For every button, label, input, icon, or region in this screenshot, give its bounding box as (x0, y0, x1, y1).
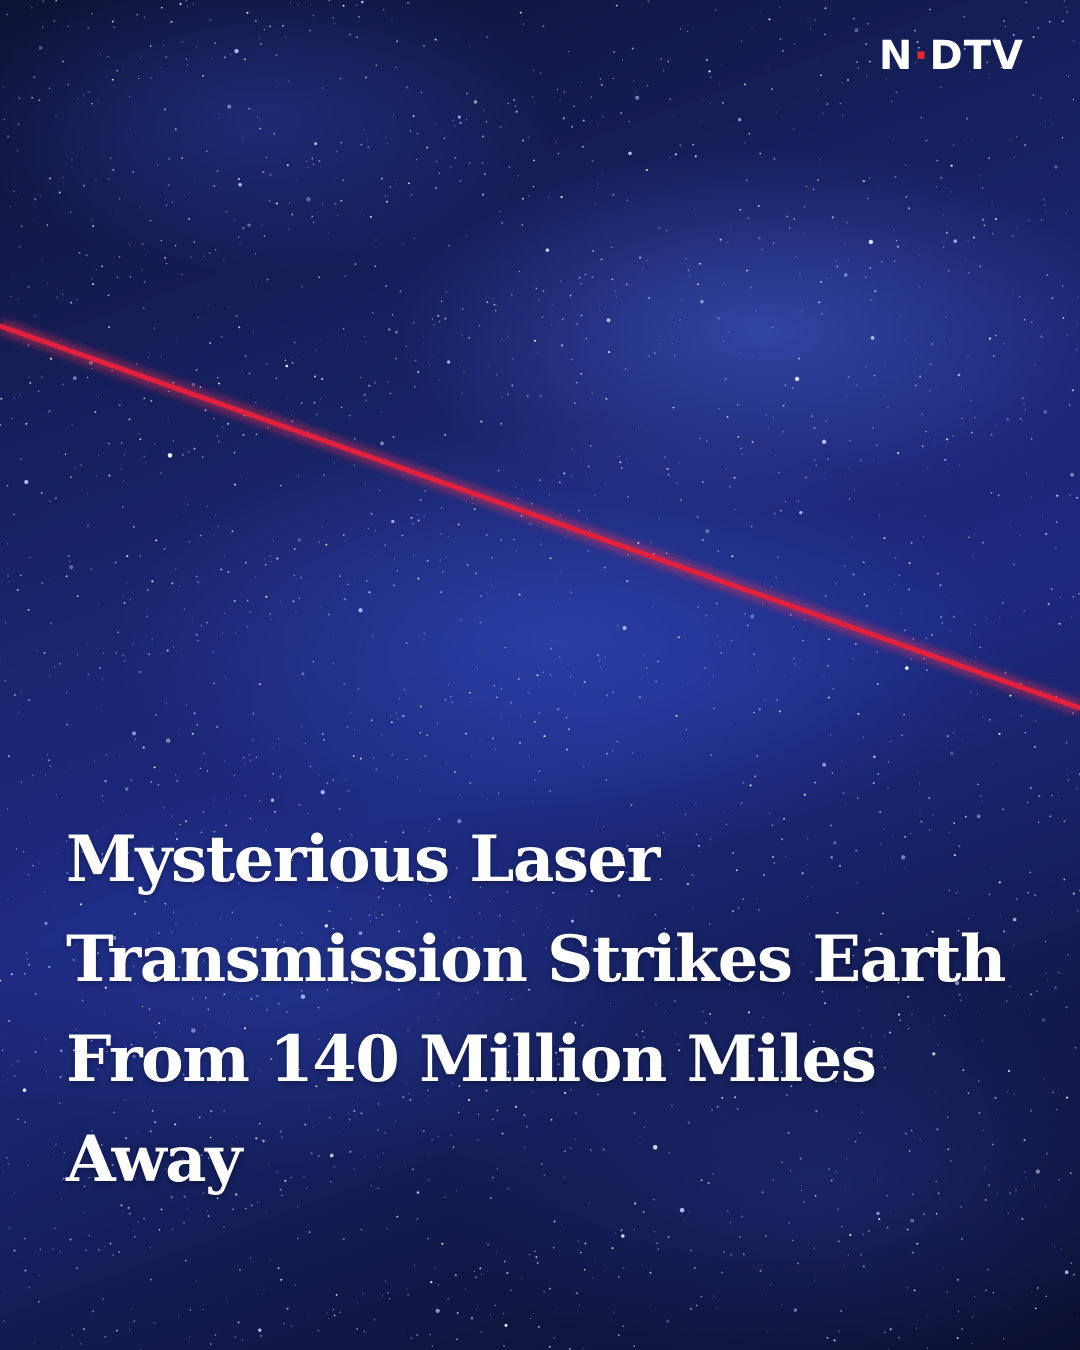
headline: Mysterious Laser Transmission Strikes Ea… (66, 810, 1026, 1210)
logo-letter-n: N (878, 33, 914, 79)
headline-line-3: From 140 Million Miles (66, 1022, 877, 1097)
logo-dot-icon: · (913, 33, 930, 79)
laser-beam (0, 323, 1080, 711)
logo-letter-d: D (929, 33, 964, 79)
logo-letter-v: V (992, 33, 1024, 79)
headline-line-1: Mysterious Laser (66, 822, 660, 897)
ndtv-logo: N·DTV (879, 36, 1024, 76)
headline-line-4: Away (66, 1122, 242, 1197)
post-card: N·DTV Mysterious Laser Transmission Stri… (0, 0, 1080, 1350)
headline-line-2: Transmission Strikes Earth (66, 922, 1006, 997)
logo-letter-t: T (963, 33, 993, 79)
